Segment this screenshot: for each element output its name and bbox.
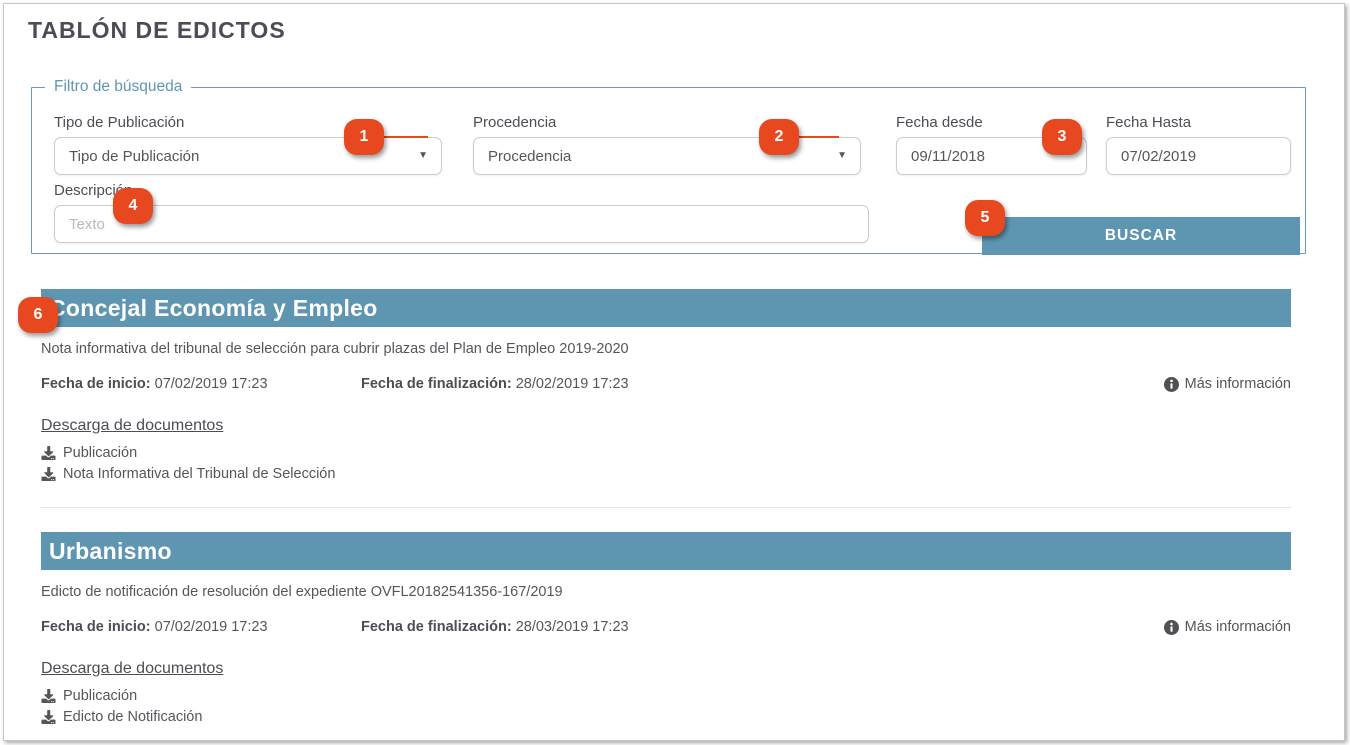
document-download-link[interactable]: Publicación bbox=[41, 445, 137, 461]
end-date: Fecha de finalización: 28/03/2019 17:23 bbox=[361, 619, 629, 635]
info-icon bbox=[1164, 377, 1179, 392]
annotation-badge-1: 1 bbox=[344, 119, 384, 155]
field-procedencia: Procedencia Procedencia ▼ bbox=[473, 114, 861, 175]
edict-separator bbox=[41, 507, 1291, 508]
download-icon bbox=[41, 446, 56, 460]
document-download-link[interactable]: Nota Informativa del Tribunal de Selecci… bbox=[41, 466, 335, 482]
field-descripcion: Descripción bbox=[54, 182, 869, 243]
tipo-publicacion-selected-value: Tipo de Publicación bbox=[69, 148, 199, 165]
end-date: Fecha de finalización: 28/02/2019 17:23 bbox=[361, 376, 629, 392]
more-info-link[interactable]: Más información bbox=[1164, 619, 1291, 635]
procedencia-selected-value: Procedencia bbox=[488, 148, 571, 165]
filter-legend: Filtro de búsqueda bbox=[45, 78, 191, 96]
more-info-label: Más información bbox=[1185, 376, 1291, 392]
edicts-list: Concejal Economía y Empleo Nota informat… bbox=[41, 289, 1291, 741]
start-date-label: Fecha de inicio: bbox=[41, 376, 151, 392]
annotation-badge-3: 3 bbox=[1042, 119, 1082, 155]
document-download-link[interactable]: Publicación bbox=[41, 688, 137, 704]
start-date: Fecha de inicio: 07/02/2019 17:23 bbox=[41, 619, 268, 635]
document-name: Nota Informativa del Tribunal de Selecci… bbox=[63, 466, 335, 482]
edict-header-bar: Urbanismo bbox=[41, 532, 1291, 570]
download-icon bbox=[41, 710, 56, 724]
downloads-section-link[interactable]: Descarga de documentos bbox=[41, 660, 223, 678]
edict-dates-row: Fecha de inicio: 07/02/2019 17:23 Fecha … bbox=[41, 619, 1291, 636]
downloads-section-link[interactable]: Descarga de documentos bbox=[41, 417, 223, 435]
annotation-badge-5: 5 bbox=[965, 200, 1005, 236]
document-list: Publicación Nota Informativa del Tribuna… bbox=[41, 445, 1291, 482]
tipo-publicacion-label: Tipo de Publicación bbox=[54, 114, 442, 131]
annotation-line-1 bbox=[384, 136, 428, 138]
edict-card: Concejal Economía y Empleo Nota informat… bbox=[41, 289, 1291, 482]
edict-description: Nota informativa del tribunal de selecci… bbox=[41, 341, 1291, 357]
download-icon bbox=[41, 467, 56, 481]
edict-title: Concejal Economía y Empleo bbox=[49, 295, 378, 322]
edict-title: Urbanismo bbox=[49, 538, 172, 565]
end-date-value: 28/03/2019 17:23 bbox=[516, 619, 629, 635]
edict-description: Edicto de notificación de resolución del… bbox=[41, 584, 1291, 600]
end-date-label: Fecha de finalización: bbox=[361, 376, 512, 392]
download-icon bbox=[41, 689, 56, 703]
page-title: TABLÓN DE EDICTOS bbox=[28, 17, 286, 44]
fecha-hasta-input[interactable] bbox=[1106, 137, 1291, 175]
end-date-label: Fecha de finalización: bbox=[361, 619, 512, 635]
more-info-label: Más información bbox=[1185, 619, 1291, 635]
info-icon bbox=[1164, 620, 1179, 635]
descripcion-input[interactable] bbox=[54, 205, 869, 243]
buscar-button[interactable]: BUSCAR bbox=[982, 217, 1300, 255]
edict-dates-row: Fecha de inicio: 07/02/2019 17:23 Fecha … bbox=[41, 376, 1291, 393]
field-fecha-hasta: Fecha Hasta bbox=[1106, 114, 1291, 175]
document-name: Edicto de Notificación bbox=[63, 709, 202, 725]
start-date-value: 07/02/2019 17:23 bbox=[155, 376, 268, 392]
start-date: Fecha de inicio: 07/02/2019 17:23 bbox=[41, 376, 268, 392]
start-date-value: 07/02/2019 17:23 bbox=[155, 619, 268, 635]
annotation-badge-6: 6 bbox=[18, 297, 58, 333]
document-download-link[interactable]: Edicto de Notificación bbox=[41, 709, 202, 725]
annotation-badge-2: 2 bbox=[759, 119, 799, 155]
search-filter-panel: Filtro de búsqueda Tipo de Publicación T… bbox=[31, 78, 1306, 254]
annotation-badge-4: 4 bbox=[113, 188, 153, 224]
document-name: Publicación bbox=[63, 688, 137, 704]
descripcion-label: Descripción bbox=[54, 182, 869, 199]
chevron-down-icon: ▼ bbox=[418, 150, 428, 161]
field-tipo-publicacion: Tipo de Publicación Tipo de Publicación … bbox=[54, 114, 442, 175]
annotation-line-2 bbox=[799, 136, 839, 138]
more-info-link[interactable]: Más información bbox=[1164, 376, 1291, 392]
procedencia-label: Procedencia bbox=[473, 114, 861, 131]
end-date-value: 28/02/2019 17:23 bbox=[516, 376, 629, 392]
edict-card: Urbanismo Edicto de notificación de reso… bbox=[41, 532, 1291, 725]
chevron-down-icon: ▼ bbox=[837, 150, 847, 161]
document-name: Publicación bbox=[63, 445, 137, 461]
fecha-hasta-label: Fecha Hasta bbox=[1106, 114, 1291, 131]
start-date-label: Fecha de inicio: bbox=[41, 619, 151, 635]
document-list: Publicación Edicto de Notificación bbox=[41, 688, 1291, 725]
edicts-page: TABLÓN DE EDICTOS Filtro de búsqueda Tip… bbox=[3, 3, 1345, 741]
procedencia-select[interactable]: Procedencia ▼ bbox=[473, 137, 861, 175]
edict-header-bar: Concejal Economía y Empleo bbox=[41, 289, 1291, 327]
